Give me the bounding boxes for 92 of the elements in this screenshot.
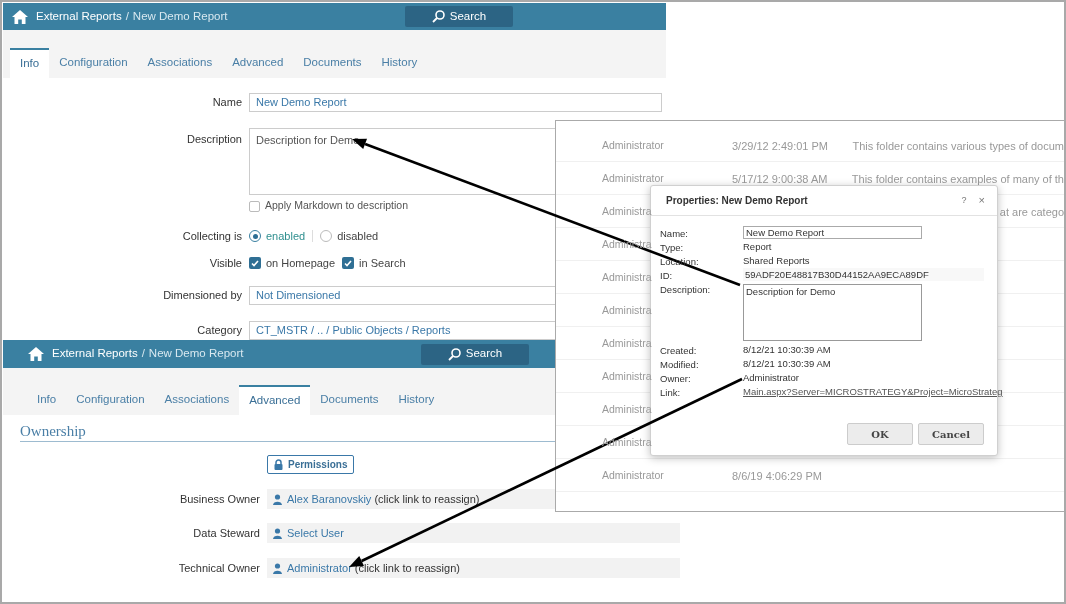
table-cell-text: Administra <box>602 270 652 285</box>
tab[interactable]: History <box>371 48 428 78</box>
field-value: Report <box>743 240 772 253</box>
tab[interactable]: Documents <box>310 385 389 415</box>
field-value: Administrator <box>743 371 799 384</box>
field-value: Shared Reports <box>743 254 810 267</box>
checkbox-label: on Homepage <box>266 255 336 271</box>
field-value: 8/12/21 10:30:39 AM <box>743 343 831 356</box>
breadcrumb-current: New Demo Report <box>148 346 244 362</box>
table-cell-text: 8/6/19 4:06:29 PM <box>732 469 822 484</box>
hint-text: (click link to reassign) <box>374 491 480 507</box>
field-label: Created: <box>660 345 697 356</box>
permissions-button[interactable]: Permissions <box>267 455 355 474</box>
radio-button[interactable] <box>320 230 333 242</box>
checkbox[interactable] <box>249 200 260 212</box>
table-cell-text: This folder contains examples of many of th <box>851 172 1064 187</box>
user-icon <box>273 527 282 539</box>
breadcrumb-current: New Demo Report <box>132 8 228 24</box>
field-label: Data Steward <box>192 525 260 541</box>
table-cell-text: Administra <box>602 204 652 219</box>
table-cell-text: Administra <box>602 303 652 318</box>
close-button[interactable]: × <box>978 192 985 209</box>
help-button[interactable]: ? <box>961 193 967 208</box>
field-label: Collecting is <box>181 228 242 244</box>
table-cell-text: at are catego <box>999 205 1064 220</box>
field-label: Category <box>196 323 242 339</box>
search-button[interactable]: Search <box>405 6 513 27</box>
field-label: Visible <box>208 255 242 271</box>
tab[interactable]: Advanced <box>239 385 311 415</box>
hint-text: (click link to reassign) <box>354 560 460 576</box>
dialog-button[interactable]: Cancel <box>918 423 984 445</box>
description-field[interactable]: Description for Demo <box>743 284 922 341</box>
name-field[interactable]: New Demo Report <box>743 226 922 239</box>
radio-label: disabled <box>337 228 379 244</box>
link[interactable]: Main.aspx?Server=MICROSTRATEGY&Project=MicroStrateg <box>743 385 1003 398</box>
table-cell-text: Administrator <box>602 171 664 186</box>
field-label: Technical Owner <box>177 560 260 576</box>
search-icon <box>431 10 445 23</box>
checkbox[interactable] <box>342 257 355 269</box>
field-value: 8/12/21 10:30:39 AM <box>743 357 831 370</box>
tab[interactable]: Associations <box>137 48 223 78</box>
user-link[interactable]: Administrator <box>287 559 352 577</box>
tab[interactable]: Documents <box>293 48 372 78</box>
radio-label: enabled <box>266 228 306 244</box>
home-icon <box>12 9 28 24</box>
table-cell-text: This folder contains various types of docum <box>852 139 1064 154</box>
home-icon <box>28 347 44 361</box>
tab[interactable]: Info <box>10 48 50 78</box>
check-icon <box>344 259 353 267</box>
field-label: Dimensioned by <box>162 288 242 304</box>
checkbox-label: in Search <box>359 255 406 271</box>
tab[interactable]: Info <box>27 385 67 415</box>
tab[interactable]: History <box>388 385 445 415</box>
checkbox[interactable] <box>249 257 261 269</box>
field-label: Description: <box>660 284 711 295</box>
field-label: Name <box>211 95 242 111</box>
field-label: Description <box>185 132 242 147</box>
dialog-title: Properties: New Demo Report <box>666 194 809 208</box>
tab[interactable]: Advanced <box>222 48 294 78</box>
check-icon <box>251 259 259 267</box>
id-field: 59ADF20E48817B30D44152AA9ECA89DF <box>743 268 984 281</box>
tab[interactable]: Configuration <box>49 48 138 78</box>
breadcrumb-separator: / <box>125 8 129 24</box>
field-label: ID: <box>660 270 673 281</box>
table-cell-text: Administra <box>602 402 652 417</box>
breadcrumb-link[interactable]: External Reports <box>36 7 122 26</box>
field-label: Owner: <box>660 373 691 384</box>
checkbox-label: Apply Markdown to description <box>265 198 408 214</box>
user-icon <box>273 562 282 574</box>
field-label: Business Owner <box>178 491 260 507</box>
lock-icon <box>274 459 283 470</box>
field-label: Type: <box>660 242 684 253</box>
tab[interactable]: Configuration <box>66 385 155 415</box>
dialog-button[interactable]: OK <box>847 423 913 445</box>
field-label: Link: <box>660 387 681 398</box>
radio-button[interactable] <box>249 230 261 242</box>
user-link[interactable]: Alex Baranovskiy <box>287 490 372 508</box>
table-cell-text: Administra <box>602 369 652 384</box>
search-button[interactable]: Search <box>421 343 529 365</box>
user-link[interactable]: Select User <box>287 524 344 542</box>
table-cell-text: 3/29/12 2:49:01 PM <box>732 139 828 154</box>
field-label: Modified: <box>660 359 699 370</box>
tab[interactable]: Associations <box>154 385 240 415</box>
user-icon <box>273 493 282 505</box>
table-cell-text: 5/17/12 9:00:38 AM <box>732 172 828 187</box>
search-icon <box>447 347 461 361</box>
breadcrumb-link[interactable]: External Reports <box>52 345 138 363</box>
table-cell-text: Administrator <box>602 468 664 483</box>
table-cell-text: Administrator <box>602 138 664 153</box>
field-label: Name: <box>660 228 688 239</box>
name-field[interactable]: New Demo Report <box>249 93 662 112</box>
breadcrumb-separator: / <box>141 346 145 362</box>
